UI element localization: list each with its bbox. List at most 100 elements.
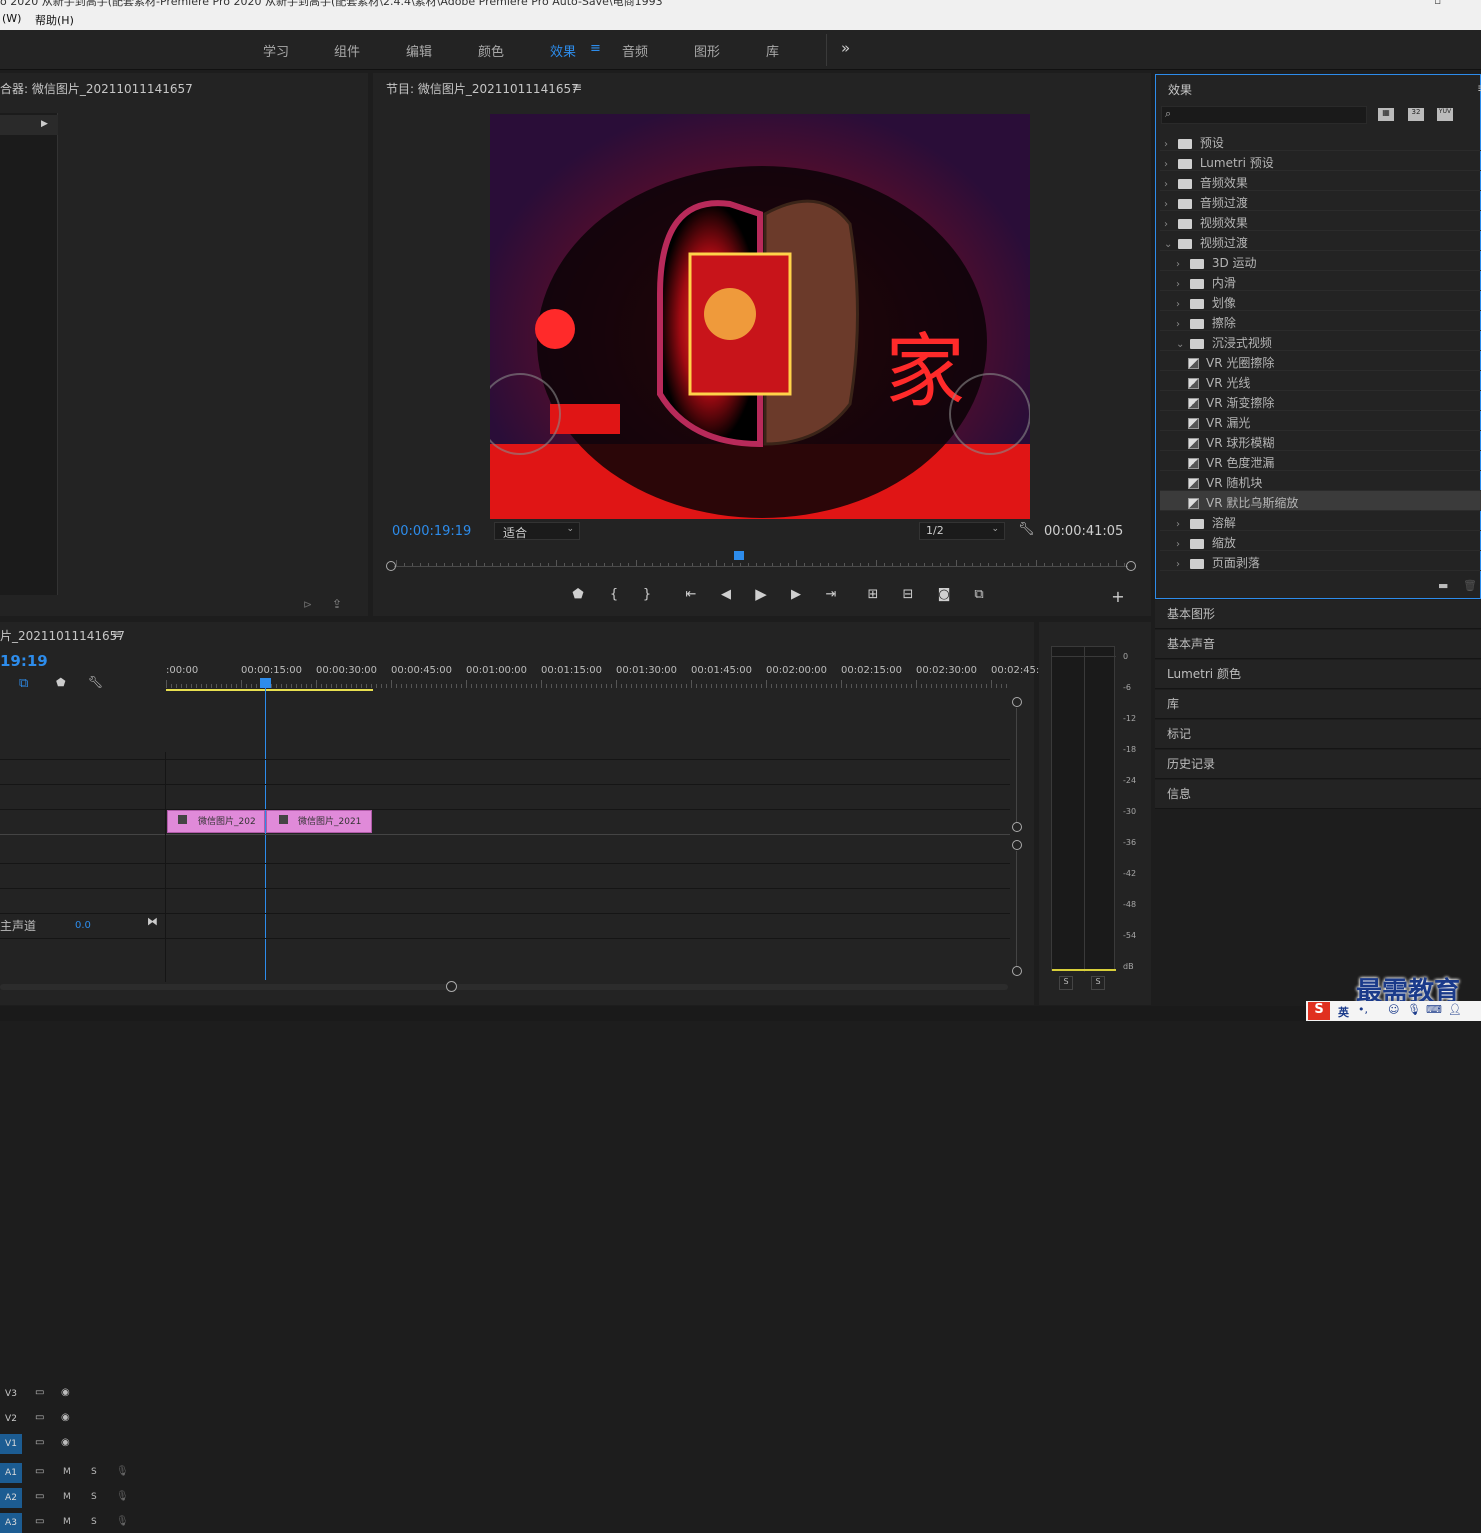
- video-track-target-v2[interactable]: V2: [0, 1409, 22, 1429]
- chevron-right-icon[interactable]: ▶: [41, 119, 48, 129]
- chevron-right-icon[interactable]: ›: [1176, 319, 1186, 330]
- effects-tree-item[interactable]: VR 球形模糊: [1160, 431, 1481, 451]
- source-monitor-title[interactable]: 合器: 微信图片_20211011141657: [0, 80, 193, 97]
- chevron-down-icon[interactable]: ⌄: [1164, 239, 1174, 250]
- effects-tree-item[interactable]: › 擦除: [1160, 311, 1481, 331]
- lift-icon[interactable]: ⊞: [863, 587, 883, 602]
- 32bit-effects-icon[interactable]: 32: [1408, 108, 1424, 121]
- mute-button[interactable]: M: [63, 1517, 71, 1527]
- wrench-icon[interactable]: 🔧︎: [1018, 522, 1035, 537]
- side-panel-tab[interactable]: 历史记录: [1155, 750, 1481, 779]
- video-track-target-v3[interactable]: V3: [0, 1384, 22, 1404]
- effects-tree-item[interactable]: › 音频效果: [1160, 171, 1481, 191]
- effects-tree-item[interactable]: › 缩放: [1160, 531, 1481, 551]
- step-forward-icon[interactable]: ▶︎: [786, 587, 806, 602]
- audio-track-target-a1[interactable]: A1: [0, 1463, 22, 1483]
- eye-icon[interactable]: ◉: [61, 1387, 70, 1398]
- solo-button[interactable]: S: [91, 1492, 97, 1502]
- timeline-title[interactable]: 片_20211011141657: [0, 627, 125, 644]
- mute-button[interactable]: M: [63, 1492, 71, 1502]
- program-monitor-title[interactable]: 节目: 微信图片_20211011141657: [386, 80, 579, 97]
- keyboard-icon[interactable]: ⌨: [1426, 1003, 1442, 1016]
- step-back-icon[interactable]: ◀︎: [716, 587, 736, 602]
- scrub-zoom-left-handle[interactable]: [386, 561, 396, 571]
- audio-track-target-a2[interactable]: A2: [0, 1488, 22, 1508]
- menu-help[interactable]: 帮助(H): [35, 12, 74, 28]
- chevron-right-icon[interactable]: ›: [1164, 199, 1174, 210]
- effects-tree-item[interactable]: VR 随机块: [1160, 471, 1481, 491]
- workspace-editing[interactable]: 编辑: [406, 41, 432, 60]
- effects-tree-item[interactable]: VR 漏光: [1160, 411, 1481, 431]
- effects-tree-item[interactable]: VR 默比乌斯缩放: [1160, 491, 1481, 511]
- audio-scroll-track[interactable]: [1016, 851, 1017, 966]
- chevron-right-icon[interactable]: ›: [1164, 159, 1174, 170]
- punctuation-icon[interactable]: •,: [1358, 1003, 1368, 1016]
- work-area-bar[interactable]: [166, 689, 373, 691]
- chevron-right-icon[interactable]: ›: [1176, 279, 1186, 290]
- sync-lock-icon[interactable]: ▭: [35, 1437, 44, 1448]
- solo-left-button[interactable]: S: [1059, 976, 1073, 990]
- effects-tree-item[interactable]: VR 色度泄漏: [1160, 451, 1481, 471]
- chevron-right-icon[interactable]: ›: [1164, 179, 1174, 190]
- program-scrub-bar[interactable]: [386, 551, 1136, 577]
- program-current-time[interactable]: 00:00:19:19: [392, 524, 471, 539]
- workspace-graphics[interactable]: 图形: [694, 41, 720, 60]
- extract-icon[interactable]: ⊟: [898, 587, 918, 602]
- video-scroll-handle-bottom[interactable]: [1012, 822, 1022, 832]
- master-track-value[interactable]: 0.0: [75, 920, 91, 931]
- insert-icon[interactable]: ⊳: [303, 598, 312, 611]
- export-icon[interactable]: ⇪: [332, 597, 342, 611]
- video-scroll-handle-top[interactable]: [1012, 697, 1022, 707]
- go-to-in-icon[interactable]: ⇤: [681, 587, 701, 602]
- sync-lock-icon[interactable]: ▭: [35, 1387, 44, 1398]
- scrub-zoom-right-handle[interactable]: [1126, 561, 1136, 571]
- side-panel-tab[interactable]: 信息: [1155, 780, 1481, 809]
- workspace-audio[interactable]: 音频: [622, 41, 648, 60]
- solo-button[interactable]: S: [91, 1467, 97, 1477]
- video-scroll-track[interactable]: [1016, 708, 1017, 822]
- user-icon[interactable]: 👤︎: [1448, 1003, 1462, 1016]
- workspace-menu-icon[interactable]: ≡: [590, 41, 601, 56]
- sync-lock-icon[interactable]: ▭: [35, 1516, 44, 1527]
- side-panel-tab[interactable]: Lumetri 颜色: [1155, 660, 1481, 689]
- clip[interactable]: 微信图片_202: [167, 810, 265, 833]
- program-playhead[interactable]: [733, 551, 744, 560]
- chevron-right-icon[interactable]: ›: [1176, 559, 1186, 570]
- add-button-icon[interactable]: +: [1108, 587, 1128, 606]
- workspace-assembly[interactable]: 组件: [334, 41, 360, 60]
- resolution-dropdown[interactable]: 1/2 ⌄: [919, 522, 1005, 540]
- effects-tree-item[interactable]: › Lumetri 预设: [1160, 151, 1481, 171]
- side-panel-tab[interactable]: 库: [1155, 690, 1481, 719]
- eye-icon[interactable]: ◉: [61, 1437, 70, 1448]
- effects-menu-icon[interactable]: ≡: [1477, 81, 1481, 95]
- timeline-horizontal-scrollbar[interactable]: [0, 984, 1008, 990]
- workspace-learn[interactable]: 学习: [263, 41, 289, 60]
- effects-search-input[interactable]: ⌕: [1161, 106, 1367, 124]
- sync-lock-icon[interactable]: ▭: [35, 1491, 44, 1502]
- mute-button[interactable]: M: [63, 1467, 71, 1477]
- solo-button[interactable]: S: [91, 1517, 97, 1527]
- side-panel-tab[interactable]: 标记: [1155, 720, 1481, 749]
- accelerated-effects-icon[interactable]: ▦: [1378, 108, 1394, 121]
- minimize-icon[interactable]: ▫: [1434, 0, 1441, 7]
- timeline-playhead[interactable]: [260, 678, 271, 688]
- effects-tree-item[interactable]: › 划像: [1160, 291, 1481, 311]
- chevron-right-icon[interactable]: ›: [1164, 219, 1174, 230]
- timeline-menu-icon[interactable]: ≡: [112, 627, 122, 641]
- chevron-right-icon[interactable]: ›: [1176, 259, 1186, 270]
- timeline-ruler[interactable]: :00:00 00:00:15:00 00:00:30:00 00:00:45:00 0…: [166, 662, 1039, 692]
- menu-window[interactable]: (W): [2, 12, 21, 25]
- timeline-scroll-handle[interactable]: [446, 981, 457, 992]
- effects-tree-item[interactable]: ⌄ 沉浸式视频: [1160, 331, 1481, 351]
- effects-tree-item[interactable]: › 内滑: [1160, 271, 1481, 291]
- timeline-timecode[interactable]: 19:19: [0, 652, 48, 670]
- effects-tree-item[interactable]: › 预设: [1160, 131, 1481, 151]
- effects-tree-item[interactable]: VR 渐变擦除: [1160, 391, 1481, 411]
- ime-language[interactable]: 英: [1338, 1004, 1349, 1020]
- go-to-out-icon[interactable]: ⇥: [821, 587, 841, 602]
- new-bin-icon[interactable]: ▬: [1438, 579, 1448, 592]
- effects-tree-item[interactable]: ⌄ 视频过渡: [1160, 231, 1481, 251]
- chevron-right-icon[interactable]: ›: [1164, 139, 1174, 150]
- emoji-icon[interactable]: ☺: [1388, 1003, 1399, 1016]
- mark-out-icon[interactable]: }: [637, 587, 657, 602]
